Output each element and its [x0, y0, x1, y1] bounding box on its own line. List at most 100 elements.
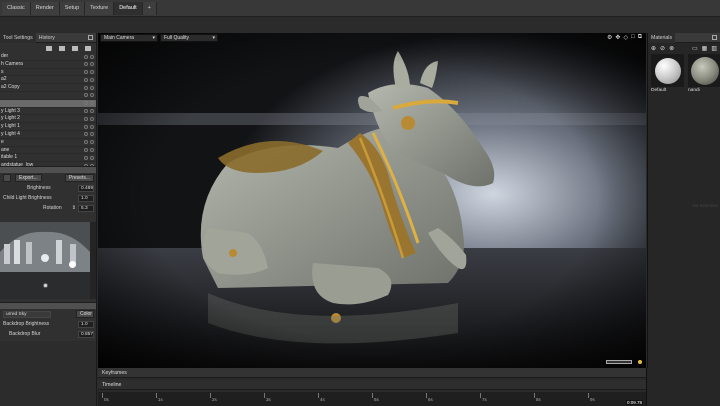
timeline-tick	[102, 393, 103, 398]
scene-item[interactable]: a2	[0, 76, 96, 85]
backdrop-type-select[interactable]: urred Sky	[3, 310, 51, 318]
timeline-tick	[264, 393, 265, 398]
brightness-label: Brightness	[27, 185, 51, 191]
timeline-tick	[372, 393, 373, 398]
material-default[interactable]: Default	[651, 54, 684, 93]
left-panel-tabs: Tool Settings History	[0, 33, 96, 43]
timeline-tick	[534, 393, 535, 398]
hdri-preview[interactable]	[0, 222, 90, 299]
scene-item[interactable]: y Light 4	[0, 131, 96, 139]
timeline-tick-label: 6s	[428, 397, 433, 402]
current-time: 0:09.78	[626, 400, 644, 405]
add-icon[interactable]: ⊕	[651, 45, 656, 52]
child-light-input[interactable]: 1.0	[78, 194, 94, 202]
detach-icon[interactable]	[712, 35, 717, 40]
quality-select[interactable]: Full Quality ▾	[160, 34, 218, 42]
scene-item[interactable]: h Camera	[0, 61, 96, 69]
tab-render[interactable]: Render	[30, 1, 60, 15]
material-nandi[interactable]: nandi	[688, 54, 720, 93]
backdrop-section-header[interactable]	[0, 302, 96, 309]
color-button[interactable]: Color	[76, 310, 94, 318]
scene-item[interactable]: y Light 2	[0, 115, 96, 124]
link-icon[interactable]: ⊗	[669, 45, 674, 52]
tab-history[interactable]: History	[36, 33, 58, 43]
trash-icon[interactable]	[85, 46, 91, 51]
scene-item[interactable]: itable 1	[0, 154, 96, 163]
tab-default[interactable]: Default	[114, 1, 143, 15]
timeline-tick-label: 7s	[482, 397, 487, 402]
scene-item[interactable]: y Light 3	[0, 108, 96, 116]
brightness-row: Brightness 0.489	[0, 183, 96, 193]
tab-setup[interactable]: Setup	[59, 1, 86, 15]
material-thumbs: Default nandi	[648, 54, 720, 93]
backdrop-brightness-label: Backdrop Brightness	[3, 321, 50, 327]
timeline-tick-label: 1s	[158, 397, 163, 402]
tab-texture[interactable]: Texture	[85, 1, 115, 15]
timeline-tick	[588, 393, 589, 398]
timeline-tick	[480, 393, 481, 398]
rotation-stepper-icon[interactable]: ⇕	[72, 205, 76, 211]
folder-icon[interactable]	[46, 46, 52, 51]
scene-item[interactable]: s	[0, 69, 96, 77]
render-status-dot-icon	[638, 360, 642, 364]
presets-button[interactable]: Presets...	[64, 174, 94, 182]
child-light-label: Child Light Brightness	[3, 195, 52, 201]
grid-icon[interactable]: ▦	[702, 45, 708, 52]
detach-icon[interactable]: ⧉	[638, 34, 642, 41]
tab-materials[interactable]: Materials	[648, 32, 676, 43]
trash-icon[interactable]: ▥	[711, 45, 717, 52]
light-handle-icon[interactable]	[69, 261, 76, 268]
export-button[interactable]: Export...	[15, 174, 42, 182]
rotation-input[interactable]: 5.3	[78, 204, 94, 212]
scene-item[interactable]: a2 Copy	[0, 84, 96, 92]
timeline-tab[interactable]: Timeline	[98, 380, 646, 390]
env-icon-button[interactable]	[3, 174, 11, 182]
scene-tree: der h Camera s a2 a2 Copy y Light 3 y Li…	[0, 53, 96, 170]
material-label: nandi	[688, 88, 700, 93]
maximize-icon[interactable]: □	[631, 34, 635, 41]
timeline-tick-label: 2s	[212, 397, 217, 402]
bottom-panel: Keyframes Timeline 0s 1s 2s 3s 4s 5s 6s 7s 8s 9s …	[98, 368, 720, 406]
timeline-ruler[interactable]: 0s 1s 2s 3s 4s 5s 6s 7s 8s 9s	[98, 392, 646, 406]
chevron-down-icon: ▾	[152, 35, 155, 41]
left-panel-empty	[0, 341, 96, 406]
detach-icon[interactable]	[88, 35, 93, 40]
hdri-scrollbar[interactable]	[90, 222, 96, 299]
layers-icon[interactable]	[72, 46, 78, 51]
copy-icon[interactable]	[59, 46, 65, 51]
gear-icon[interactable]: ⚙	[607, 34, 612, 41]
keyframes-tab[interactable]: Keyframes	[98, 368, 646, 378]
scene-item[interactable]: e	[0, 139, 96, 147]
tab-tool-settings[interactable]: Tool Settings	[0, 33, 36, 43]
timeline-tick	[426, 393, 427, 398]
tab-classic[interactable]: Classic	[2, 1, 31, 15]
backdrop-brightness-row: Backdrop Brightness 1.0	[0, 319, 96, 329]
backdrop-blur-input[interactable]: 0.857	[78, 330, 94, 338]
camera-select[interactable]: Main Camera ▾	[100, 34, 158, 42]
folder-icon[interactable]: ▭	[692, 45, 698, 52]
render-progress	[606, 360, 632, 364]
scene-item[interactable]: ane	[0, 147, 96, 155]
brightness-input[interactable]: 0.489	[78, 184, 94, 192]
add-tab-button[interactable]: +	[142, 1, 157, 15]
timeline-tick	[210, 393, 211, 398]
material-label: Default	[651, 88, 667, 93]
backdrop-type-row: urred Sky Color	[0, 309, 96, 319]
timeline-end	[646, 368, 720, 406]
fit-icon[interactable]: ◇	[623, 34, 628, 41]
scene-item-selected[interactable]	[0, 99, 96, 108]
chevron-down-icon: ▾	[212, 35, 215, 41]
scene-item[interactable]	[0, 92, 96, 100]
environment-section: Export... Presets... Brightness 0.489 Ch…	[0, 166, 96, 213]
duplicate-icon[interactable]: ⊘	[660, 45, 665, 52]
backdrop-brightness-input[interactable]: 1.0	[78, 320, 94, 328]
move-icon[interactable]: ✥	[615, 34, 620, 41]
render-image	[98, 33, 646, 368]
scene-item[interactable]: der	[0, 53, 96, 61]
render-viewport[interactable]	[98, 33, 646, 368]
backdrop-blur-row: Backdrop Blur 0.857	[0, 329, 96, 339]
materials-tabs: Materials	[648, 32, 720, 43]
light-handle-small-icon[interactable]	[43, 283, 48, 288]
environment-section-header[interactable]	[0, 166, 96, 173]
scene-item[interactable]: y Light 1	[0, 123, 96, 131]
